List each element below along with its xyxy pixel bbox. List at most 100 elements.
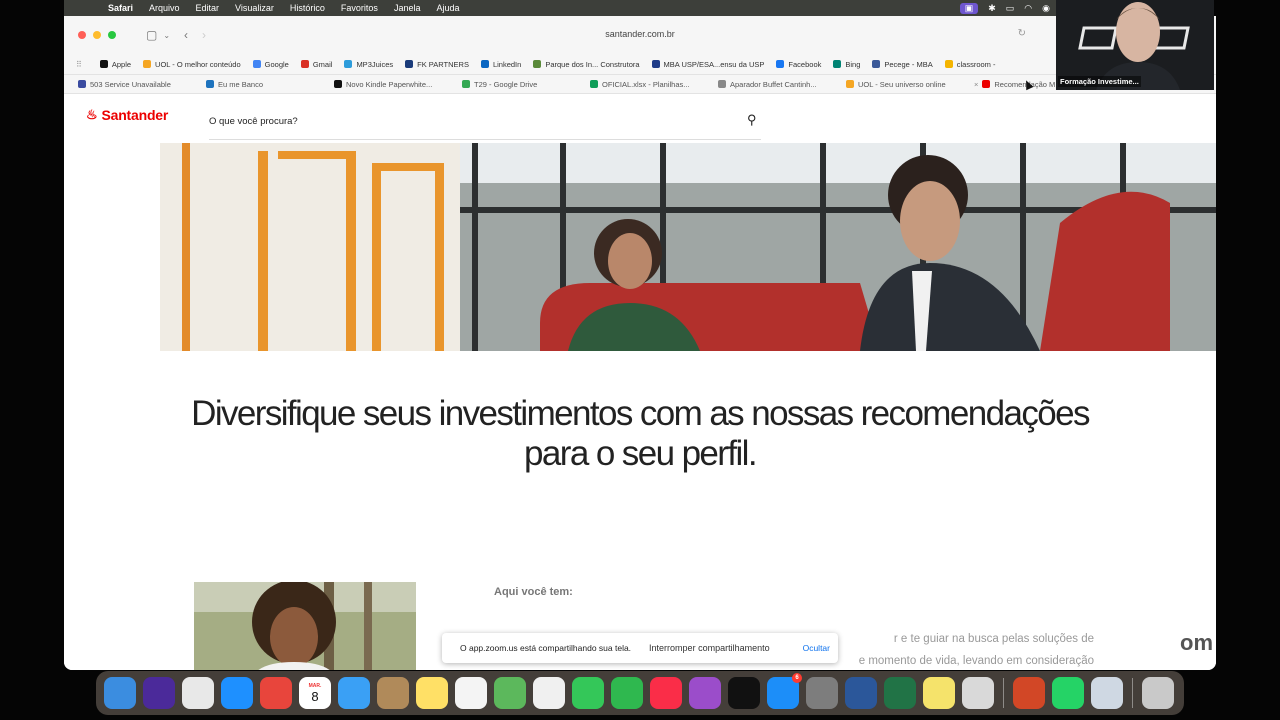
- favicon-icon: [651, 60, 660, 68]
- notes-icon[interactable]: [416, 677, 448, 709]
- favorite-label: Facebook: [788, 59, 822, 69]
- favorite-label: MP3Juices: [356, 59, 394, 69]
- facetime-icon[interactable]: [611, 677, 643, 709]
- favicon-icon: [533, 60, 542, 68]
- bluetooth-icon[interactable]: ✱: [988, 3, 996, 14]
- favicon-icon: [405, 60, 414, 68]
- favicon-icon: [944, 60, 953, 68]
- excel-icon[interactable]: [884, 677, 916, 709]
- tab[interactable]: 503 Service Unavailable: [64, 80, 192, 89]
- menu-app-name[interactable]: Safari: [100, 3, 141, 13]
- powerpoint-icon[interactable]: [1013, 677, 1045, 709]
- favorite-item[interactable]: Bing: [833, 60, 860, 69]
- favorite-item[interactable]: MP3Juices: [344, 60, 393, 69]
- favorite-item[interactable]: FK PARTNERS: [405, 60, 469, 69]
- whatsapp-icon[interactable]: [1052, 677, 1084, 709]
- calendar-day: 8: [311, 688, 319, 704]
- tab[interactable]: Eu me Banco: [192, 80, 320, 89]
- search-icon[interactable]: ⚲: [747, 112, 757, 128]
- favicon-icon: [143, 60, 152, 68]
- trash-icon[interactable]: [1142, 677, 1174, 709]
- menu-help[interactable]: Ajuda: [428, 3, 467, 13]
- tab[interactable]: Aparador Buffet Cantinh...: [704, 80, 832, 89]
- menu-window[interactable]: Janela: [386, 3, 429, 13]
- launchpad-icon[interactable]: [182, 677, 214, 709]
- finder-icon[interactable]: [104, 677, 136, 709]
- web-page: ♨ Santander O que você procura? ⚲ Divers…: [64, 94, 1216, 670]
- music-icon[interactable]: [650, 677, 682, 709]
- app-store-icon[interactable]: 6: [767, 673, 802, 709]
- menu-history[interactable]: Histórico: [282, 3, 333, 13]
- favorite-item[interactable]: Apple: [99, 60, 131, 69]
- word-icon[interactable]: [845, 677, 877, 709]
- favorite-item[interactable]: LinkedIn: [480, 60, 521, 69]
- favorite-label: MBA USP/ESA...ensu da USP: [663, 59, 765, 69]
- favorite-item[interactable]: Facebook: [776, 60, 821, 69]
- favorites-grid-icon[interactable]: ⠿: [76, 60, 82, 69]
- menu-bar: Safari Arquivo Editar Visualizar Históri…: [64, 0, 1056, 16]
- favicon-icon: [344, 60, 353, 68]
- reminders-icon[interactable]: [455, 677, 487, 709]
- photos-icon[interactable]: [533, 677, 565, 709]
- battery-icon[interactable]: ▭: [1006, 3, 1015, 14]
- stop-sharing-button[interactable]: Interromper compartilhamento: [649, 643, 770, 653]
- favorite-item[interactable]: Parque dos In... Construtora: [533, 60, 640, 69]
- iphone-mirroring-icon[interactable]: [962, 677, 994, 709]
- menu-edit[interactable]: Editar: [188, 3, 228, 13]
- favicon-icon: [833, 60, 842, 68]
- favicon-icon: [99, 60, 108, 68]
- menu-view[interactable]: Visualizar: [227, 3, 282, 13]
- tab[interactable]: Novo Kindle Paperwhite...: [320, 80, 448, 89]
- participant-video[interactable]: Formação Investime...: [1056, 0, 1214, 90]
- zoom-share-icon[interactable]: ▣: [959, 2, 979, 14]
- address-bar[interactable]: santander.com.br: [64, 29, 1216, 39]
- maps-icon[interactable]: [494, 677, 526, 709]
- santander-logo[interactable]: ♨ Santander: [86, 107, 168, 123]
- favorite-label: Gmail: [312, 59, 333, 69]
- brand-name: Santander: [101, 107, 169, 123]
- tab[interactable]: OFICIAL.xlsx - Planilhas...: [576, 80, 704, 89]
- flame-icon: ♨: [86, 107, 98, 122]
- favicon-icon: [206, 80, 214, 88]
- contacts-icon[interactable]: [377, 677, 409, 709]
- tab[interactable]: T29 - Google Drive: [448, 80, 576, 89]
- favorite-item[interactable]: UOL - O melhor conteúdo: [143, 60, 241, 69]
- user-icon[interactable]: ◉: [1042, 3, 1050, 14]
- share-message: O app.zoom.us está compartilhando sua te…: [460, 643, 632, 653]
- favorite-item[interactable]: classroom -: [944, 60, 996, 69]
- preview-icon[interactable]: [1091, 677, 1123, 709]
- search-input[interactable]: O que você procura?: [209, 116, 298, 127]
- favicon-icon: [300, 60, 309, 68]
- menu-bookmarks[interactable]: Favoritos: [333, 3, 386, 13]
- chrome-icon[interactable]: [260, 677, 292, 709]
- tab[interactable]: UOL - Seu universo online: [832, 80, 960, 89]
- siri-icon[interactable]: [143, 677, 175, 709]
- tab-active[interactable]: × Recomendação M: [960, 80, 1056, 89]
- mail-icon[interactable]: [338, 677, 370, 709]
- favorite-item[interactable]: Pecege - MBA: [872, 59, 933, 69]
- system-settings-icon[interactable]: [806, 677, 838, 709]
- podcasts-icon[interactable]: [689, 677, 721, 709]
- wifi-icon[interactable]: ◠: [1024, 3, 1032, 14]
- calendar-icon[interactable]: MAR. 8: [299, 677, 331, 709]
- page-headline: Diversifique seus investimentos com as n…: [64, 394, 1216, 474]
- stickies-icon[interactable]: [923, 677, 955, 709]
- favorite-item[interactable]: Google: [252, 60, 289, 69]
- favorite-label: Pecege - MBA: [884, 59, 933, 69]
- favorite-item[interactable]: Gmail: [300, 59, 333, 69]
- close-tab-icon[interactable]: ×: [974, 80, 978, 89]
- dock: MAR. 8 6: [96, 671, 1184, 715]
- hero-photo: [160, 143, 1216, 351]
- reload-icon[interactable]: ↻: [1018, 28, 1026, 39]
- menu-file[interactable]: Arquivo: [141, 3, 188, 13]
- tab-bar: 503 Service Unavailable Eu me Banco Novo…: [64, 74, 1216, 94]
- tab-label: OFICIAL.xlsx - Planilhas...: [602, 79, 690, 89]
- headline-line-2: para o seu perfil.: [524, 434, 758, 473]
- tv-icon[interactable]: [728, 677, 760, 709]
- messages-icon[interactable]: [572, 677, 604, 709]
- favicon-icon: [872, 60, 881, 68]
- favorite-item[interactable]: MBA USP/ESA...ensu da USP: [651, 59, 765, 69]
- safari-icon[interactable]: [221, 677, 253, 709]
- hide-button[interactable]: Ocultar: [803, 643, 830, 653]
- favicon-icon: [718, 80, 726, 88]
